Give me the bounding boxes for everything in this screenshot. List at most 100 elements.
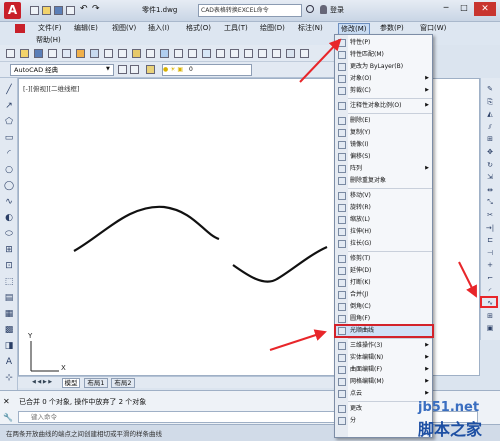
menu-item-12[interactable]: 移动(V) [335,190,433,202]
toolbar-icon-21[interactable] [300,49,309,58]
save-icon[interactable] [54,6,63,15]
menu-item-13[interactable]: 旋转(R) [335,202,433,214]
menu-item-16[interactable]: 拉长(G) [335,238,433,250]
modify-tool-14[interactable]: + [484,260,496,271]
toolbar-icon-10[interactable] [146,49,155,58]
menu-item-5[interactable]: 注释性对象比例(O) ▶ [335,100,433,112]
draw-tool-4[interactable]: ◜ [3,148,15,160]
menu-item-4[interactable]: 剪裁(C) ▶ [335,85,433,97]
modify-tool-19[interactable]: ▣ [484,323,496,334]
search-icon[interactable] [306,5,314,13]
toolbar-icon-4[interactable] [62,49,71,58]
draw-tool-2[interactable]: ⬠ [3,116,15,128]
menu-item-11[interactable]: 删除重复对象 [335,175,433,187]
maximize-button[interactable]: □ [456,3,472,16]
modify-tool-11[interactable]: →| [484,223,496,234]
chevron-down-icon[interactable]: ▼ [106,66,110,72]
modify-tool-16[interactable]: ◜ [484,286,496,297]
toolbar-icon-20[interactable] [286,49,295,58]
minimize-button[interactable]: ─ [438,3,454,16]
toolbar-icon-7[interactable] [104,49,113,58]
smooth-curve-toolbar-button-highlight[interactable] [480,296,498,308]
modify-tool-12[interactable]: ⊏ [484,235,496,246]
layer-select[interactable]: ● ☀ ▣ 0 [162,64,252,76]
menu-item-23[interactable]: 光顺曲线 [334,324,434,338]
modify-tool-6[interactable]: ↻ [484,160,496,171]
menu-2[interactable]: 视图(V) [110,23,138,33]
toolbar-icon-11[interactable] [160,49,169,58]
menu-9[interactable]: 参数(P) [378,23,406,33]
menu-item-6[interactable]: 删除(E) [335,115,433,127]
draw-tool-8[interactable]: ◐ [3,212,15,224]
menu-item-20[interactable]: 合并(J) [335,289,433,301]
menu-item-25[interactable]: 实体编辑(N) ▶ [335,352,433,364]
modify-tool-9[interactable]: ⤡ [484,197,496,208]
modify-tool-13[interactable]: ⊣ [484,248,496,259]
toolbar-icon-3[interactable] [48,49,57,58]
toolbar-icon-2[interactable] [34,49,43,58]
undo-icon[interactable]: ↶ [80,4,88,14]
modify-tool-2[interactable]: ◭ [484,109,496,120]
toolbar-icon-15[interactable] [216,49,225,58]
menu-doc-icon[interactable] [15,24,25,33]
menu-item-21[interactable]: 倒角(C) [335,301,433,313]
workspace-select[interactable]: AutoCAD 经典 [10,64,114,76]
menu-10[interactable]: 窗口(W) [418,23,448,33]
menu-item-19[interactable]: 打断(K) [335,277,433,289]
menu-item-22[interactable]: 圆角(F) [335,313,433,325]
new-icon[interactable] [30,6,39,15]
draw-tool-7[interactable]: ∿ [3,196,15,208]
modify-tool-5[interactable]: ✥ [484,147,496,158]
menu-4[interactable]: 格式(O) [184,23,213,33]
menu-item-24[interactable]: 三维操作(3) ▶ [335,340,433,352]
draw-tool-1[interactable]: ↗ [3,100,15,112]
draw-tool-11[interactable]: ⊡ [3,260,15,272]
toolbar-icon-5[interactable] [76,49,85,58]
menu-item-17[interactable]: 修剪(T) [335,253,433,265]
draw-tool-12[interactable]: ⬚ [3,276,15,288]
app-logo[interactable]: A [4,2,21,19]
menu-item-9[interactable]: 偏移(S) [335,151,433,163]
menu-item-26[interactable]: 曲面编辑(F) ▶ [335,364,433,376]
draw-tool-0[interactable]: ╱ [3,84,15,96]
toolbar-icon-8[interactable] [118,49,127,58]
wrench-icon[interactable]: 🔧 [3,413,13,422]
modify-tool-15[interactable]: ⌐ [484,273,496,284]
toolbar-icon-18[interactable] [258,49,267,58]
menu-item-28[interactable]: 点云 ▶ [335,388,433,400]
close-button[interactable]: ✕ [474,2,496,16]
menu-3[interactable]: 插入(I) [146,23,172,33]
menu-item-0[interactable]: 特性(P) [335,37,433,49]
print-icon[interactable] [66,6,75,15]
menu-5[interactable]: 工具(T) [222,23,250,33]
layer-manager-icon[interactable] [146,65,155,74]
menu-item-15[interactable]: 拉伸(H) [335,226,433,238]
draw-tool-5[interactable]: ○ [3,164,15,176]
tab-layout1[interactable]: 布局1 [84,378,108,388]
draw-tool-6[interactable]: ◯ [3,180,15,192]
menu-item-10[interactable]: 阵列 ▶ [335,163,433,175]
menu-item-7[interactable]: 复制(Y) [335,127,433,139]
draw-tool-14[interactable]: ▦ [3,308,15,320]
toolbar-icon-9[interactable] [132,49,141,58]
redo-icon[interactable]: ↷ [92,4,100,14]
toolbar-icon-1[interactable] [20,49,29,58]
tab-model[interactable]: 模型 [62,378,80,388]
modify-tool-1[interactable]: ⎘ [484,97,496,108]
toolbar-icon-16[interactable] [230,49,239,58]
draw-tool-10[interactable]: ⊞ [3,244,15,256]
search-input[interactable]: CAD表格转换EXCEL命令 [198,4,302,17]
modify-tool-10[interactable]: ✂ [484,210,496,221]
modify-tool-18[interactable]: ⊞ [484,311,496,322]
menu-item-1[interactable]: 特性匹配(M) [335,49,433,61]
modify-tool-8[interactable]: ⇹ [484,185,496,196]
tab-layout2[interactable]: 布局2 [111,378,135,388]
menu-item-2[interactable]: 更改为 ByLayer(B) [335,61,433,73]
tab-nav-arrows[interactable]: ◀ ◀ ▶ ▶ [32,379,52,385]
menu-item-8[interactable]: 镜像(I) [335,139,433,151]
draw-tool-17[interactable]: A [3,356,15,368]
menu-item-27[interactable]: 网格编辑(M) ▶ [335,376,433,388]
draw-tool-15[interactable]: ▩ [3,324,15,336]
modify-tool-4[interactable]: ⊞ [484,134,496,145]
menu-help[interactable]: 帮助(H) [36,35,61,45]
